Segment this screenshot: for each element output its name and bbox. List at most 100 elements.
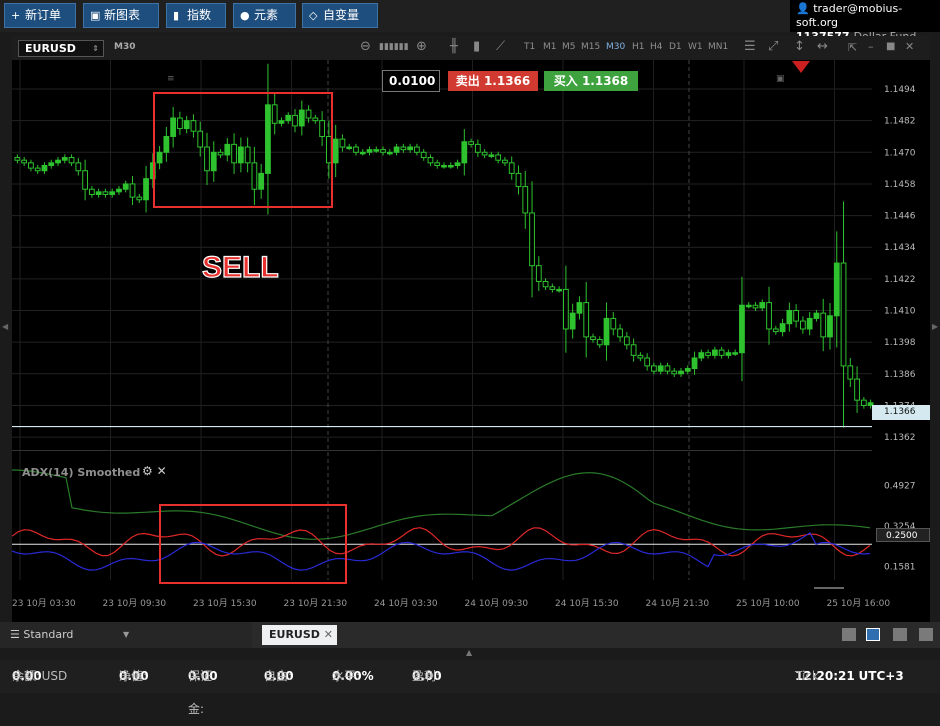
plus-icon: +	[11, 9, 21, 22]
close-tab-icon[interactable]: ✕	[324, 628, 333, 641]
candle-body	[332, 138, 339, 164]
detach-icon[interactable]: ⇱	[848, 41, 857, 54]
vertical-line-icon[interactable]: ↕	[794, 39, 805, 54]
workspace-bar: ☰ Standard ▼ EURUSD ✕	[0, 622, 940, 648]
layout-select[interactable]: ☰ Standard ▼	[0, 622, 252, 648]
close-indicator-icon[interactable]: ✕	[157, 464, 167, 478]
candle-chart-type-icon[interactable]: ▮	[473, 39, 480, 54]
tf-t1[interactable]: T1	[524, 42, 535, 52]
zoom-slider[interactable]: ▮▮▮▮▮▮	[379, 42, 409, 52]
chevron-up-icon[interactable]: ▲	[466, 648, 472, 657]
tab-eurusd[interactable]: EURUSD ✕	[262, 625, 337, 645]
diamond-icon: ◇	[309, 9, 318, 22]
scrollbar[interactable]	[814, 587, 844, 589]
custom-variable-button[interactable]: ◇ 自变量	[302, 3, 378, 28]
candle-body	[271, 104, 278, 124]
tf-d1[interactable]: D1	[669, 42, 682, 52]
new-chart-button[interactable]: ▣ 新图表	[83, 3, 159, 28]
candle-body	[827, 315, 833, 338]
candle-body	[786, 310, 793, 325]
symbol-value: EURUSD	[25, 42, 76, 55]
candle-body	[204, 146, 210, 172]
candle-body	[434, 162, 441, 166]
price-chart[interactable]: 1.1494 1.1482 1.1470 1.1458 1.1446 1.1434 1.14…	[12, 60, 930, 622]
panel-divider[interactable]: ▲	[0, 648, 940, 660]
candle-body	[109, 191, 116, 195]
candle-body	[583, 302, 590, 338]
candle-body	[576, 302, 583, 314]
candle-body	[116, 188, 122, 193]
tf-mn1[interactable]: MN1	[708, 42, 728, 52]
close-icon[interactable]: ✕	[905, 40, 914, 53]
menu-icon: ☰	[10, 628, 24, 641]
layout-columns-icon[interactable]	[893, 628, 907, 641]
lot-size-input[interactable]: 0.0100	[382, 70, 440, 92]
candle-body	[183, 120, 190, 130]
layout-rows-icon[interactable]	[919, 628, 933, 641]
account-panel[interactable]: 👤 trader@mobius-soft.org 1137577Dollar F…	[790, 0, 940, 43]
chevron-down-icon: ▼	[123, 630, 130, 639]
tf-m1[interactable]: M1	[543, 42, 557, 52]
price-tick-label: 1.1434	[884, 243, 916, 253]
candle-body	[156, 151, 163, 164]
candle-body	[800, 320, 806, 330]
candle-body	[427, 157, 434, 164]
symbol-select[interactable]: EURUSD ⇕	[18, 40, 104, 57]
candle-body	[82, 170, 88, 190]
price-tick-label: 1.1362	[884, 433, 916, 443]
candle-body	[671, 370, 678, 375]
candle-body	[88, 188, 95, 195]
tf-m15[interactable]: M15	[581, 42, 600, 52]
adx-line	[12, 469, 871, 540]
horizontal-line-icon[interactable]: ↔	[817, 39, 828, 54]
tf-m30[interactable]: M30	[606, 42, 625, 52]
time-tick-label: 24 10月 15:30	[555, 598, 619, 609]
candle-body	[325, 135, 332, 164]
current-price-badge: 1.1366	[872, 405, 930, 420]
tf-w1[interactable]: W1	[688, 42, 703, 52]
free-margin: 自由: 0.00	[264, 669, 294, 683]
buy-label: 买入	[553, 74, 578, 88]
candle-body	[454, 162, 461, 166]
tf-h4[interactable]: H4	[650, 42, 663, 52]
new-order-button[interactable]: + 新订单	[4, 3, 76, 28]
zoom-in-icon[interactable]: ⊕	[416, 39, 427, 54]
candle-body	[820, 312, 827, 338]
chart-marker-icon: ▣	[776, 74, 785, 84]
tf-h1[interactable]: H1	[632, 42, 645, 52]
main-toolbar: + 新订单 ▣ 新图表 ▮ 指数 ● 元素 ◇ 自变量 👤 trader@mobius-s…	[0, 0, 940, 43]
buy-button[interactable]: 买入 1.1368	[544, 71, 638, 91]
candle-body	[766, 302, 772, 330]
indicators-button[interactable]: ▮ 指数	[166, 3, 226, 28]
lot-value: 0.0100	[389, 74, 436, 88]
indicator-label: ADX(14) Smoothed	[22, 466, 141, 479]
candle-body	[644, 357, 651, 367]
candle-body	[359, 151, 366, 155]
left-panel-arrow-icon[interactable]: ◀	[2, 322, 8, 331]
candle-body	[759, 302, 766, 309]
candle-body	[136, 196, 143, 201]
right-panel-arrow-icon[interactable]: ▶	[932, 322, 938, 331]
time-tick-label: 25 10月 10:00	[736, 598, 800, 609]
sell-button[interactable]: 卖出 1.1366	[448, 71, 538, 91]
zoom-out-icon[interactable]: ⊖	[360, 39, 371, 54]
elements-button[interactable]: ● 元素	[233, 3, 296, 28]
line-chart-type-icon[interactable]: ⟋	[496, 39, 505, 54]
trend-line-icon[interactable]: ⤢	[768, 39, 778, 54]
maximize-icon[interactable]: ■	[886, 41, 895, 52]
price-tick-label: 1.1446	[884, 212, 916, 222]
layout-single-icon[interactable]	[842, 628, 856, 641]
bar-chart-type-icon[interactable]: ╫	[450, 39, 458, 54]
minimize-icon[interactable]: –	[868, 40, 874, 53]
tf-m5[interactable]: M5	[562, 42, 576, 52]
candle-body	[779, 323, 786, 333]
candle-body	[705, 352, 711, 356]
gear-icon[interactable]: ⚙	[142, 464, 153, 478]
candle-body	[596, 339, 603, 346]
candle-body	[393, 146, 400, 153]
layout-grid-icon[interactable]	[866, 628, 880, 641]
horizontal-lines-icon[interactable]: ☰	[744, 39, 756, 54]
candle-body	[691, 357, 698, 370]
bar-chart-icon: ▮	[173, 9, 180, 22]
candle-body	[400, 146, 407, 151]
